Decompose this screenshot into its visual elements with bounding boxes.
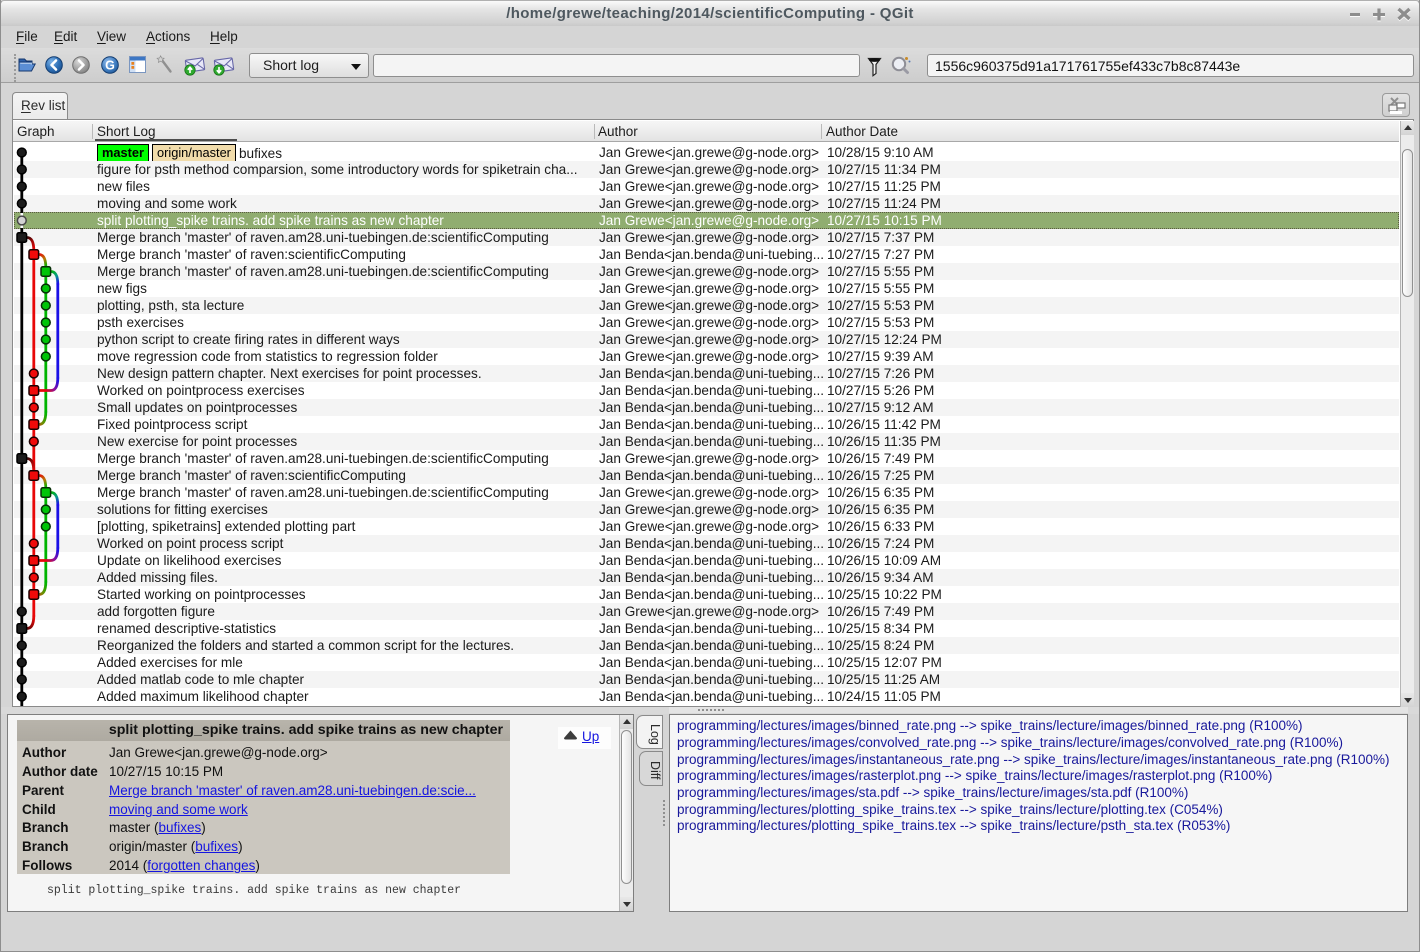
svg-text:G: G <box>105 58 115 72</box>
